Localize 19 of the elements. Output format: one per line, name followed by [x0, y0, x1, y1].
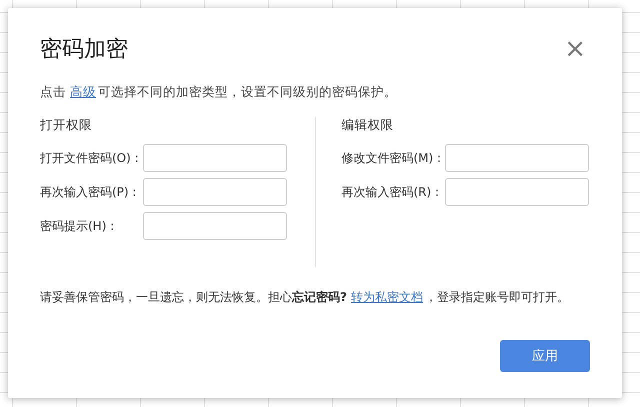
apply-button[interactable]: 应用: [500, 340, 590, 372]
password-field[interactable]: [445, 144, 590, 172]
advanced-link[interactable]: 高级: [70, 84, 96, 99]
field-label: 密码提示(H) :: [40, 218, 116, 234]
field-label: 修改文件密码(M) :: [342, 150, 442, 166]
dialog-title: 密码加密: [40, 36, 128, 64]
section-heading: 打开权限: [40, 117, 93, 134]
section-heading: 编辑权限: [342, 117, 394, 134]
password-field[interactable]: [143, 212, 287, 240]
field-label: 再次输入密码(P) :: [40, 184, 138, 200]
close-button[interactable]: ×: [560, 36, 590, 62]
password-field[interactable]: [444, 178, 588, 206]
password-field[interactable]: [143, 144, 287, 172]
intro-text: 点击 高级 可选择不同的加密类型，设置不同级别的密码保护。: [40, 84, 398, 101]
field-label: 再次输入密码(R) :: [342, 184, 440, 200]
private-doc-link[interactable]: 转为私密文档: [350, 290, 423, 304]
notice-text: 请妥善保管密码，一旦遗忘，则无法恢复。担心忘记密码? 转为私密文档 ，登录指定账号即可打开。: [40, 289, 570, 306]
field-label: 打开文件密码(O) :: [40, 150, 140, 166]
password-field[interactable]: [143, 178, 287, 206]
